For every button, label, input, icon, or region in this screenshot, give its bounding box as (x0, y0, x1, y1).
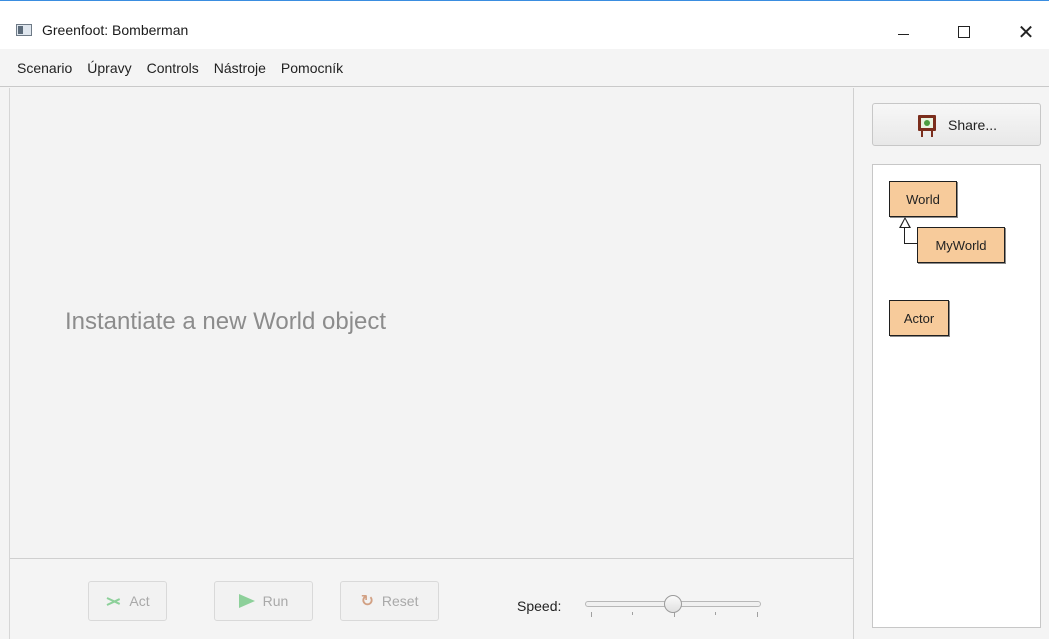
class-world[interactable]: World (889, 181, 957, 217)
greenfoot-window: Greenfoot: Bomberman ✕ Scenario Úpravy C… (0, 0, 1049, 639)
easel-icon (916, 113, 938, 137)
maximize-icon (958, 26, 970, 38)
slider-tick (632, 612, 633, 615)
share-button[interactable]: Share... (872, 103, 1041, 146)
act-label: Act (129, 593, 150, 609)
menu-controls[interactable]: Controls (140, 49, 206, 87)
menu-pomocnik[interactable]: Pomocník (274, 49, 350, 87)
slider-tick (757, 612, 758, 617)
reset-icon: ↻ (360, 593, 374, 610)
speed-slider-thumb[interactable] (664, 595, 682, 613)
act-chevron-icon (105, 594, 121, 608)
app-window-icon (16, 24, 32, 36)
minimize-icon (897, 33, 909, 35)
class-actor[interactable]: Actor (889, 300, 949, 336)
share-label: Share... (947, 116, 998, 133)
minimize-button[interactable] (880, 15, 926, 49)
reset-button[interactable]: ↻ Reset (340, 581, 439, 621)
inheritance-arrow-fill (901, 219, 909, 227)
inheritance-line (904, 228, 905, 244)
slider-tick (591, 612, 592, 617)
controls-divider (10, 558, 853, 559)
speed-slider[interactable] (585, 595, 761, 621)
speed-label: Speed: (517, 598, 562, 614)
inheritance-line (904, 243, 917, 244)
reset-label: Reset (381, 593, 419, 609)
menu-upravy[interactable]: Úpravy (80, 49, 138, 87)
menu-bar: Scenario Úpravy Controls Nástroje Pomocn… (0, 49, 1049, 87)
menu-scenario[interactable]: Scenario (10, 49, 79, 87)
world-placeholder-message[interactable]: Instantiate a new World object (65, 308, 386, 336)
menu-nastroje[interactable]: Nástroje (207, 49, 273, 87)
act-button[interactable]: Act (88, 581, 167, 621)
world-area[interactable]: Instantiate a new World object (10, 88, 853, 559)
run-button[interactable]: Run (214, 581, 313, 621)
close-button[interactable]: ✕ (1003, 15, 1049, 49)
slider-tick (715, 612, 716, 615)
maximize-button[interactable] (941, 15, 987, 49)
title-bar: Greenfoot: Bomberman ✕ (0, 1, 1049, 49)
run-label: Run (262, 593, 289, 609)
window-title: Greenfoot: Bomberman (42, 22, 189, 38)
play-icon (238, 594, 255, 608)
class-myworld[interactable]: MyWorld (917, 227, 1005, 263)
panel-divider (853, 88, 854, 639)
